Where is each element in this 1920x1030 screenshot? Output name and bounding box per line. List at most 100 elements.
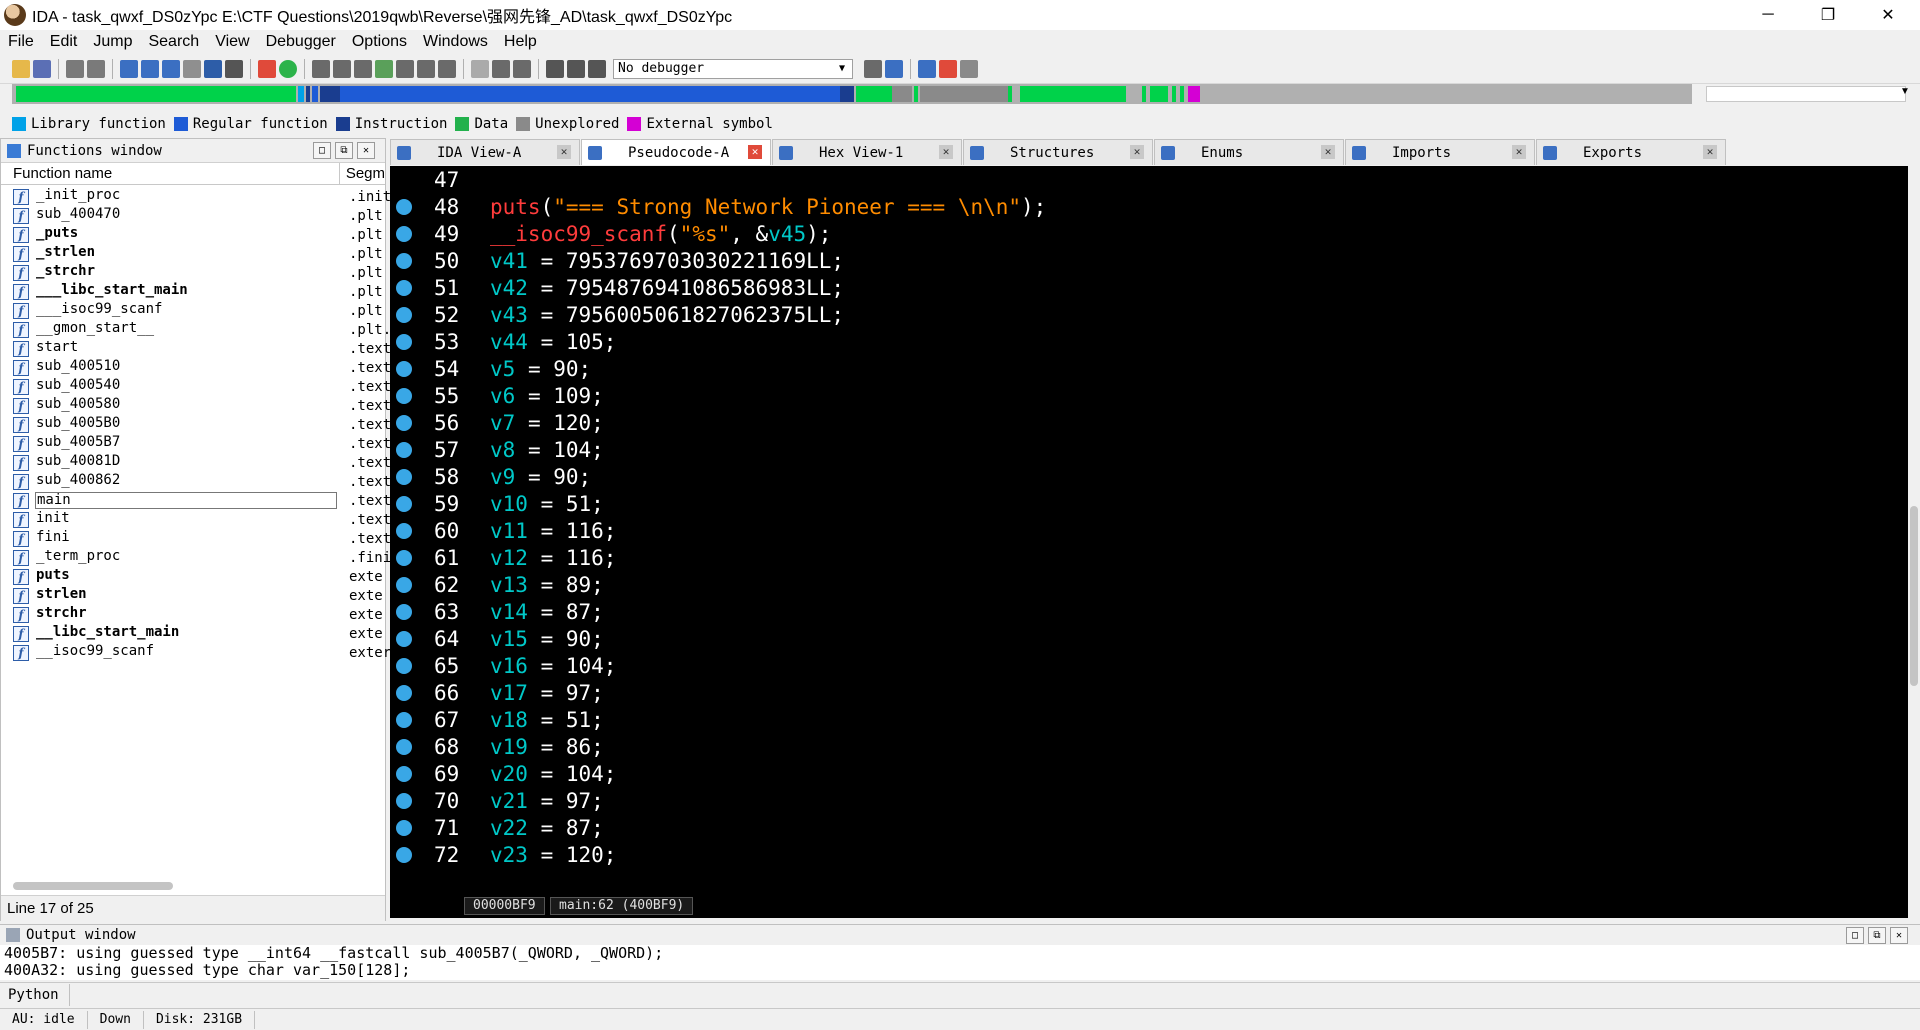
- navigation-band[interactable]: [12, 84, 1692, 104]
- segment-icon[interactable]: [312, 59, 330, 78]
- function-row[interactable]: f strchr exte: [1, 605, 385, 624]
- code-line[interactable]: 51 v42 = 7954876941086586983LL;: [390, 274, 1908, 301]
- breakpoint-dot-icon[interactable]: [396, 387, 412, 404]
- breakpoint-dot-icon[interactable]: [396, 576, 412, 593]
- function-row[interactable]: f sub_400510 .text: [1, 358, 391, 377]
- scrollbar-thumb[interactable]: [13, 882, 173, 890]
- tab-close-icon[interactable]: ✕: [1512, 145, 1526, 159]
- tab-close-icon[interactable]: ✕: [748, 145, 762, 159]
- menu-file[interactable]: File: [0, 33, 42, 51]
- code-line[interactable]: 67 v18 = 51;: [390, 706, 1908, 733]
- function-row[interactable]: f _strlen .plt: [1, 244, 385, 263]
- function-row[interactable]: f _strchr .plt: [1, 263, 385, 282]
- search-binary-icon[interactable]: [183, 59, 201, 78]
- tab-close-icon[interactable]: ✕: [939, 145, 953, 159]
- close-button[interactable]: ✕: [1860, 0, 1916, 30]
- breakpoint-dot-icon[interactable]: [396, 198, 412, 215]
- run-script-icon[interactable]: [279, 59, 297, 78]
- functions-window-title-bar[interactable]: Functions window □ ⧉ ✕: [1, 139, 385, 163]
- breakpoint-dot-icon[interactable]: [396, 792, 412, 809]
- function-row[interactable]: f sub_4005B0 .text: [1, 415, 391, 434]
- minimize-button[interactable]: ─: [1740, 0, 1796, 30]
- struct-icon[interactable]: [333, 59, 351, 78]
- edit-icon[interactable]: [417, 59, 435, 78]
- function-row[interactable]: f _puts .plt: [1, 225, 385, 244]
- function-row[interactable]: f start .text: [1, 339, 391, 358]
- script-icon[interactable]: [471, 59, 489, 78]
- function-icon[interactable]: [258, 59, 276, 78]
- function-row[interactable]: f _init_proc .init: [1, 187, 391, 206]
- menu-view[interactable]: View: [207, 33, 257, 51]
- tab-imports[interactable]: Imports ✕: [1345, 139, 1535, 165]
- panel-restore-button[interactable]: □: [313, 142, 331, 159]
- function-row[interactable]: f sub_400580 .text: [1, 396, 391, 415]
- code-line[interactable]: 59 v10 = 51;: [390, 490, 1908, 517]
- code-line[interactable]: 61 v12 = 116;: [390, 544, 1908, 571]
- column-segment[interactable]: Segm: [340, 165, 385, 182]
- code-line[interactable]: 60 v11 = 116;: [390, 517, 1908, 544]
- python-command-input[interactable]: [70, 983, 1920, 1006]
- code-line[interactable]: 71 v22 = 87;: [390, 814, 1908, 841]
- hex-view-icon[interactable]: [120, 59, 138, 78]
- tab-close-icon[interactable]: ✕: [1703, 145, 1717, 159]
- jump-icon[interactable]: [204, 59, 222, 78]
- breakpoint-dot-icon[interactable]: [396, 684, 412, 701]
- pseudocode-vertical-scrollbar[interactable]: [1908, 166, 1920, 918]
- menu-help[interactable]: Help: [496, 33, 545, 51]
- code-line[interactable]: 47: [390, 166, 1908, 193]
- tab-close-icon[interactable]: ✕: [1321, 145, 1335, 159]
- breakpoint-dot-icon[interactable]: [396, 522, 412, 539]
- chevron-down-icon[interactable]: ▼: [834, 61, 850, 77]
- breakpoint-dot-icon[interactable]: [396, 819, 412, 836]
- code-line[interactable]: 68 v19 = 86;: [390, 733, 1908, 760]
- menu-edit[interactable]: Edit: [42, 33, 86, 51]
- patch-icon[interactable]: [396, 59, 414, 78]
- menu-debugger[interactable]: Debugger: [258, 33, 344, 51]
- function-row[interactable]: f sub_400862 .text: [1, 472, 391, 491]
- breakpoint-dot-icon[interactable]: [396, 846, 412, 863]
- scrollbar-thumb[interactable]: [1910, 506, 1918, 686]
- maximize-button[interactable]: ❐: [1800, 0, 1856, 30]
- save-icon[interactable]: [33, 59, 51, 78]
- breakpoint-dot-icon[interactable]: [396, 252, 412, 269]
- breakpoint-dot-icon[interactable]: [396, 657, 412, 674]
- function-row[interactable]: f _term_proc .fini: [1, 548, 391, 567]
- breakpoint-dot-icon[interactable]: [396, 765, 412, 782]
- navigation-band-overview[interactable]: [1706, 86, 1906, 102]
- function-row[interactable]: f sub_400470 .plt: [1, 206, 385, 225]
- function-row[interactable]: f init .text: [1, 510, 391, 529]
- function-row[interactable]: f __libc_start_main exte: [1, 624, 385, 643]
- function-row[interactable]: f sub_400540 .text: [1, 377, 391, 396]
- code-line[interactable]: 55 v6 = 109;: [390, 382, 1908, 409]
- panel-float-button[interactable]: ⧉: [1868, 927, 1886, 944]
- code-line[interactable]: 70 v21 = 97;: [390, 787, 1908, 814]
- text-view-icon[interactable]: [141, 59, 159, 78]
- back-arrow-icon[interactable]: [66, 59, 84, 78]
- function-row[interactable]: f __gmon_start__ .plt.: [1, 320, 391, 339]
- functions-horizontal-scrollbar[interactable]: [9, 880, 373, 892]
- code-line[interactable]: 49 __isoc99_scanf("%s", &v45);: [390, 220, 1908, 247]
- column-function-name[interactable]: Function name: [1, 163, 340, 184]
- xref-icon[interactable]: [375, 59, 393, 78]
- breakpoint-dot-icon[interactable]: [396, 630, 412, 647]
- function-row[interactable]: f ___libc_start_main .plt: [1, 282, 385, 301]
- code-line[interactable]: 57 v8 = 104;: [390, 436, 1908, 463]
- menu-jump[interactable]: Jump: [85, 33, 140, 51]
- panel-close-button[interactable]: ✕: [357, 142, 375, 159]
- options-icon[interactable]: [960, 59, 978, 78]
- stop-debugger-icon[interactable]: [588, 59, 606, 78]
- function-row[interactable]: f strlen exte: [1, 586, 385, 605]
- tab-ida-view-a[interactable]: IDA View-A ✕: [390, 139, 580, 165]
- code-line[interactable]: 56 v7 = 120;: [390, 409, 1908, 436]
- menu-search[interactable]: Search: [140, 33, 207, 51]
- panel-close-button[interactable]: ✕: [1890, 927, 1908, 944]
- forward-arrow-icon[interactable]: [87, 59, 105, 78]
- code-line[interactable]: 58 v9 = 90;: [390, 463, 1908, 490]
- breakpoint-dot-icon[interactable]: [396, 441, 412, 458]
- start-debugger-icon[interactable]: [546, 59, 564, 78]
- tab-hex-view-1[interactable]: Hex View-1 ✕: [772, 139, 962, 165]
- breakpoint-dot-icon[interactable]: [396, 495, 412, 512]
- menu-options[interactable]: Options: [344, 33, 415, 51]
- breakpoint-dot-icon[interactable]: [396, 333, 412, 350]
- tab-exports[interactable]: Exports ✕: [1536, 139, 1726, 165]
